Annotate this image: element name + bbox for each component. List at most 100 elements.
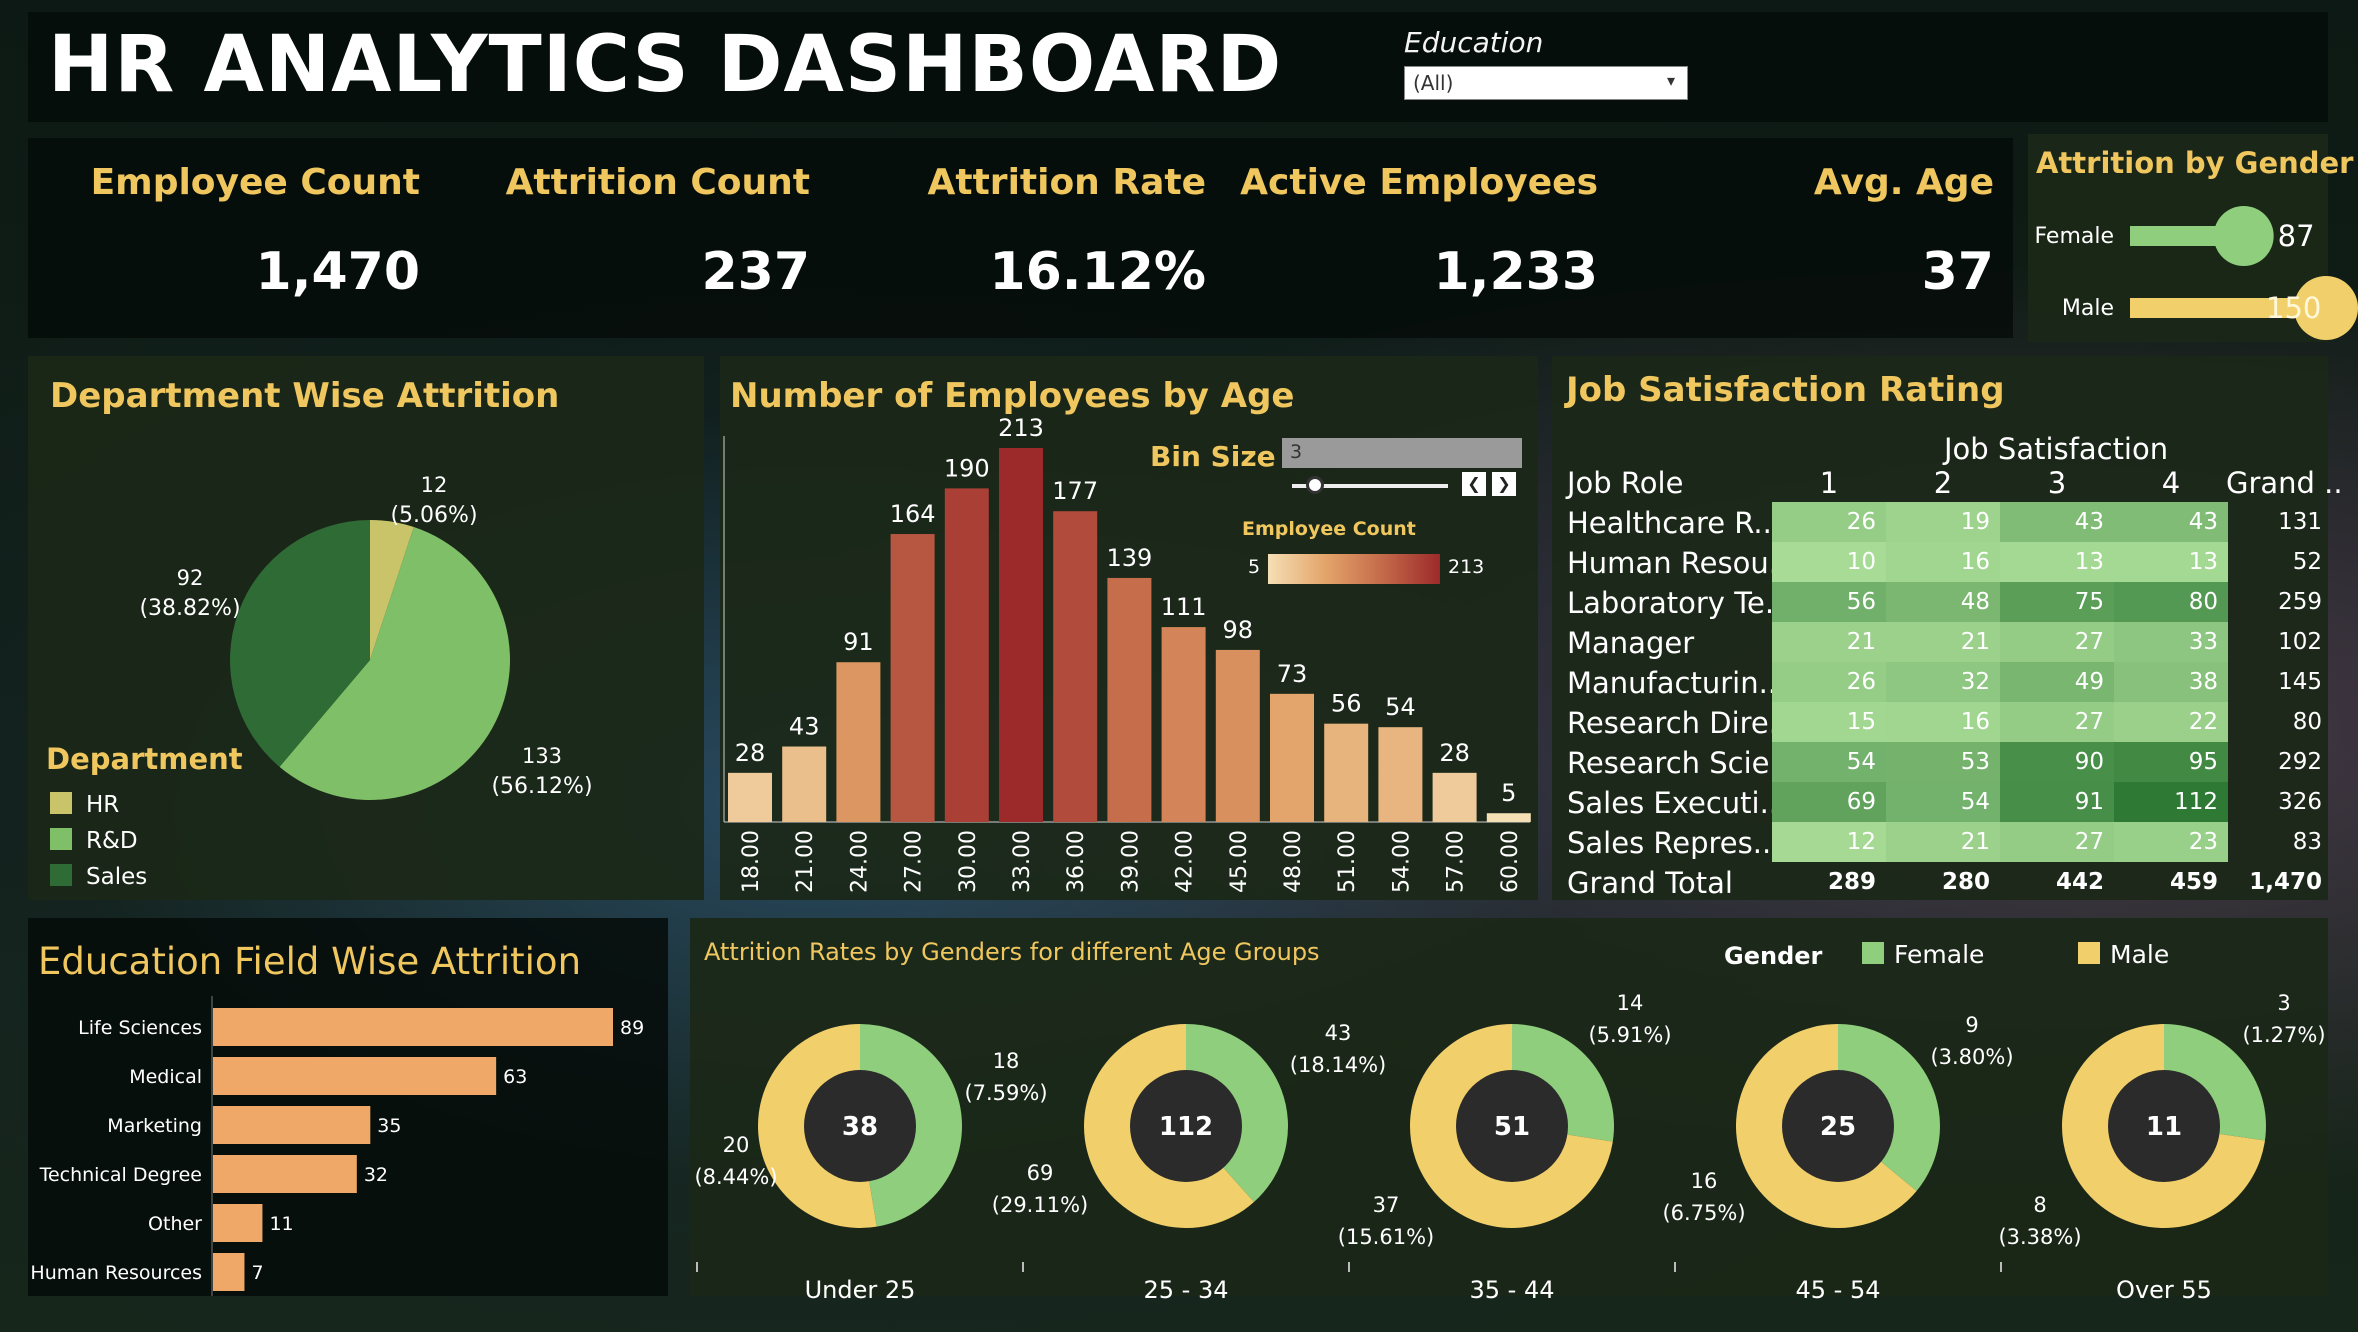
education-chart-title: Education Field Wise Attrition xyxy=(38,940,582,983)
table-cell: 90 xyxy=(2000,742,2114,782)
table-grand-total-cell: 442 xyxy=(2055,869,2104,895)
table-row-total: 145 xyxy=(2278,669,2322,695)
table-row-total: 52 xyxy=(2292,549,2322,575)
table-header-col: 1 xyxy=(1819,466,1839,500)
table-row-total: 292 xyxy=(2278,749,2322,775)
kpi-value-attrition-count: 237 xyxy=(701,242,810,302)
table-cell: 48 xyxy=(1886,582,2000,622)
table-row-total: 83 xyxy=(2292,829,2322,855)
age-gender-title: Attrition Rates by Genders for different… xyxy=(704,938,1320,966)
age-gender-panel xyxy=(690,918,2328,1296)
table-row-label: Healthcare R.. xyxy=(1567,506,1772,540)
page-title: HR ANALYTICS DASHBOARD xyxy=(48,20,1283,110)
table-cell: 69 xyxy=(1772,782,1886,822)
kpi-label-employee-count: Employee Count xyxy=(90,162,420,203)
table-row-total: 131 xyxy=(2278,509,2322,535)
table-cell: 43 xyxy=(2114,502,2228,542)
age-chart-title: Number of Employees by Age xyxy=(730,376,1295,416)
department-panel xyxy=(28,356,704,900)
gender-chart-title: Attrition by Gender xyxy=(2036,146,2354,180)
table-cell: 16 xyxy=(1886,702,2000,742)
bin-size-label: Bin Size xyxy=(1150,440,1276,473)
kpi-value-attrition-rate: 16.12% xyxy=(989,242,1206,302)
table-row-label: Manufacturin.. xyxy=(1567,666,1778,700)
table-cell: 112 xyxy=(2114,782,2228,822)
gender-legend-title: Gender xyxy=(1724,942,1823,970)
kpi-value-employee-count: 1,470 xyxy=(255,242,420,302)
table-header-col: 2 xyxy=(1933,466,1953,500)
table-row-label: Manager xyxy=(1567,626,1695,660)
table-cell: 75 xyxy=(2000,582,2114,622)
table-cell: 91 xyxy=(2000,782,2114,822)
table-cell: 32 xyxy=(1886,662,2000,702)
table-cell: 33 xyxy=(2114,622,2228,662)
color-legend-ramp xyxy=(1268,554,1440,584)
bin-next-button[interactable]: ❯ xyxy=(1492,472,1516,496)
table-cell: 21 xyxy=(1886,822,2000,862)
color-legend-title: Employee Count xyxy=(1242,518,1416,540)
table-cell: 23 xyxy=(2114,822,2228,862)
table-row-label: Sales Repres.. xyxy=(1567,826,1772,860)
education-filter-select[interactable]: (All) ▾ xyxy=(1404,66,1688,100)
table-cell: 27 xyxy=(2000,622,2114,662)
table-grand-total-label: Grand Total xyxy=(1567,866,1733,900)
education-filter-label: Education xyxy=(1404,26,1544,59)
table-cell: 21 xyxy=(1886,622,2000,662)
kpi-label-attrition-count: Attrition Count xyxy=(505,162,810,203)
legend-label-male: Male xyxy=(2110,940,2170,969)
table-cell: 10 xyxy=(1772,542,1886,582)
table-row-label: Sales Executi.. xyxy=(1567,786,1779,820)
table-header-col: 4 xyxy=(2161,466,2181,500)
table-header-col: 3 xyxy=(2047,466,2067,500)
table-cell: 54 xyxy=(1886,782,2000,822)
table-header-job-role: Job Role xyxy=(1567,466,1684,500)
education-filter-value: (All) xyxy=(1413,71,1454,95)
table-cell: 26 xyxy=(1772,502,1886,542)
table-row-label: Laboratory Te.. xyxy=(1567,586,1784,620)
table-header-grand: Grand .. xyxy=(2226,466,2343,500)
table-cell: 80 xyxy=(2114,582,2228,622)
kpi-value-active-employees: 1,233 xyxy=(1433,242,1598,302)
table-grand-total-cell: 459 xyxy=(2169,869,2218,895)
department-chart-title: Department Wise Attrition xyxy=(50,376,560,416)
table-cell: 54 xyxy=(1772,742,1886,782)
legend-label-female: Female xyxy=(1894,940,1985,969)
table-row-label: Research Scie.. xyxy=(1567,746,1788,780)
table-row-total: 326 xyxy=(2278,789,2322,815)
table-cell: 56 xyxy=(1772,582,1886,622)
table-cell: 49 xyxy=(2000,662,2114,702)
table-grand-total-cell: 1,470 xyxy=(2249,869,2322,895)
table-cell: 12 xyxy=(1772,822,1886,862)
table-cell: 22 xyxy=(2114,702,2228,742)
bin-size-input[interactable]: 3 xyxy=(1282,438,1522,468)
table-cell: 16 xyxy=(1886,542,2000,582)
table-cell: 21 xyxy=(1772,622,1886,662)
table-cell: 26 xyxy=(1772,662,1886,702)
table-cell: 13 xyxy=(2000,542,2114,582)
table-cell: 19 xyxy=(1886,502,2000,542)
table-grand-total-cell: 280 xyxy=(1941,869,1990,895)
table-grand-total-cell: 289 xyxy=(1827,869,1876,895)
table-row-label: Human Resou.. xyxy=(1567,546,1788,580)
table-row-label: Research Dire.. xyxy=(1567,706,1788,740)
bin-size-slider-handle[interactable] xyxy=(1306,476,1324,494)
legend-swatch-female xyxy=(1862,942,1884,964)
table-cell: 43 xyxy=(2000,502,2114,542)
color-legend-max: 213 xyxy=(1448,556,1485,578)
chevron-left-icon: ❮ xyxy=(1467,474,1481,493)
table-row-total: 102 xyxy=(2278,629,2322,655)
chevron-down-icon[interactable]: ▾ xyxy=(1667,71,1675,90)
table-cell: 95 xyxy=(2114,742,2228,782)
bin-size-value: 3 xyxy=(1290,441,1303,463)
job-satisfaction-column-group: Job Satisfaction xyxy=(1944,432,2169,466)
legend-swatch-male xyxy=(2078,942,2100,964)
table-cell: 27 xyxy=(2000,822,2114,862)
color-legend-min: 5 xyxy=(1248,556,1261,578)
kpi-label-avg-age: Avg. Age xyxy=(1813,162,1994,203)
bin-prev-button[interactable]: ❮ xyxy=(1462,472,1486,496)
table-row-total: 80 xyxy=(2292,709,2322,735)
table-cell: 38 xyxy=(2114,662,2228,702)
kpi-value-avg-age: 37 xyxy=(1921,242,1994,302)
table-row-total: 259 xyxy=(2278,589,2322,615)
table-cell: 15 xyxy=(1772,702,1886,742)
